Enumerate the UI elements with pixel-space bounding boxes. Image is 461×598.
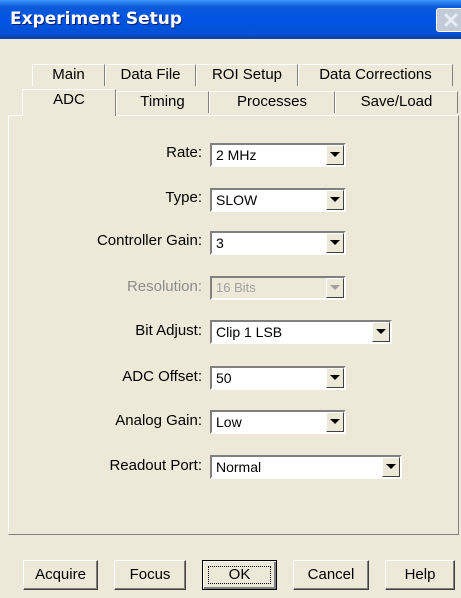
rate-label: Rate:	[166, 144, 202, 161]
tab-label: ROI Setup	[211, 66, 283, 83]
tab-timing[interactable]: Timing	[116, 91, 209, 113]
tab-label: Data Corrections	[319, 66, 432, 83]
tab-save-load[interactable]: Save/Load	[335, 91, 458, 113]
close-icon	[443, 12, 459, 28]
dropdown-arrow-button[interactable]	[326, 233, 344, 253]
adc-offset-label: ADC Offset:	[122, 368, 202, 385]
ok-button[interactable]: OK	[202, 560, 277, 590]
help-button[interactable]: Help	[385, 560, 455, 590]
tab-label: Save/Load	[360, 93, 433, 110]
type-dropdown[interactable]: SLOW	[210, 188, 346, 212]
readout-port-value: Normal	[216, 459, 262, 475]
bit-adjust-value: Clip 1 LSB	[216, 324, 283, 340]
window-title: Experiment Setup	[10, 9, 183, 29]
controller-gain-label: Controller Gain:	[96, 232, 202, 249]
controller-gain-value: 3	[216, 235, 224, 251]
type-value: SLOW	[216, 192, 258, 208]
tab-main[interactable]: Main	[32, 64, 105, 86]
readout-port-dropdown[interactable]: Normal	[210, 455, 402, 479]
resolution-dropdown: 16 Bits	[210, 276, 346, 300]
controller-gain-dropdown[interactable]: 3	[210, 231, 346, 255]
title-bar: Experiment Setup	[0, 0, 461, 39]
tab-data-file[interactable]: Data File	[105, 64, 196, 86]
tab-roi-setup[interactable]: ROI Setup	[196, 64, 298, 86]
bit-adjust-label: Bit Adjust:	[135, 322, 202, 339]
bit-adjust-dropdown[interactable]: Clip 1 LSB	[210, 320, 392, 344]
tab-label: Processes	[236, 93, 308, 110]
analog-gain-value: Low	[216, 414, 242, 430]
adc-offset-dropdown[interactable]: 50	[210, 366, 346, 390]
cancel-button[interactable]: Cancel	[293, 560, 369, 590]
ok-button-label: OK	[228, 566, 251, 583]
dropdown-arrow-button[interactable]	[372, 322, 390, 342]
dropdown-arrow-button[interactable]	[326, 412, 344, 432]
readout-port-label: Readout Port:	[109, 457, 202, 474]
adc-offset-value: 50	[216, 370, 232, 386]
tab-label: ADC	[53, 91, 85, 108]
chevron-down-icon	[330, 285, 340, 290]
chevron-down-icon	[330, 197, 340, 202]
acquire-button[interactable]: Acquire	[23, 560, 98, 590]
rate-value: 2 MHz	[216, 147, 257, 163]
tab-processes[interactable]: Processes	[209, 91, 335, 113]
chevron-down-icon	[330, 375, 340, 380]
dropdown-arrow-button[interactable]	[382, 457, 400, 477]
analog-gain-dropdown[interactable]: Low	[210, 410, 346, 434]
dropdown-arrow-button[interactable]	[326, 190, 344, 210]
focus-button[interactable]: Focus	[114, 560, 186, 590]
tab-data-corrections[interactable]: Data Corrections	[298, 64, 453, 86]
chevron-down-icon	[330, 152, 340, 157]
dropdown-arrow-button	[326, 278, 344, 298]
dropdown-arrow-button[interactable]	[326, 145, 344, 165]
chevron-down-icon	[376, 329, 386, 334]
resolution-value: 16 Bits	[216, 280, 256, 295]
tab-label: Timing	[140, 93, 185, 110]
chevron-down-icon	[386, 464, 396, 469]
resolution-label: Resolution:	[126, 278, 202, 295]
chevron-down-icon	[330, 419, 340, 424]
chevron-down-icon	[330, 240, 340, 245]
tab-label: Data File	[120, 66, 181, 83]
type-label: Type:	[165, 189, 202, 206]
tab-adc[interactable]: ADC	[22, 89, 116, 116]
close-button[interactable]	[436, 8, 461, 32]
dropdown-arrow-button[interactable]	[326, 368, 344, 388]
analog-gain-label: Analog Gain:	[115, 412, 202, 429]
tab-label: Main	[52, 66, 85, 83]
rate-dropdown[interactable]: 2 MHz	[210, 143, 346, 167]
